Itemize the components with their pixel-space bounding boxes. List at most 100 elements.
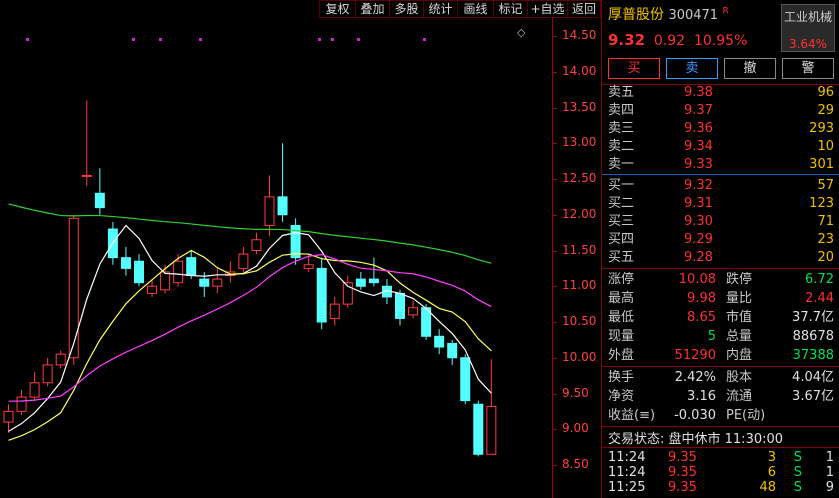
restore-rights-button[interactable]: 复权 bbox=[319, 0, 355, 18]
stat-value-2 bbox=[766, 406, 834, 425]
candle-body bbox=[303, 264, 314, 269]
stat-label: 收益(≡) bbox=[608, 408, 656, 423]
candle[interactable] bbox=[238, 246, 249, 272]
alert-button[interactable]: 警 bbox=[782, 58, 834, 79]
candle[interactable] bbox=[251, 232, 262, 255]
candle[interactable] bbox=[329, 296, 340, 326]
y-tick-mark bbox=[552, 107, 557, 109]
ask-volume: 29 bbox=[817, 103, 834, 118]
stat-label-2: 股本 bbox=[726, 370, 753, 385]
bid-price: 9.32 bbox=[684, 178, 713, 193]
stat-row: 现量 5 总量 88678 bbox=[608, 327, 834, 346]
cancel-order-button[interactable]: 撤 bbox=[724, 58, 776, 79]
ask-price: 9.38 bbox=[684, 85, 713, 100]
candle[interactable] bbox=[277, 143, 288, 222]
ask-price: 9.37 bbox=[684, 103, 713, 118]
candle[interactable] bbox=[290, 218, 301, 265]
candle[interactable] bbox=[16, 389, 27, 415]
r-mark: R bbox=[722, 6, 729, 17]
back-button[interactable]: 返回 bbox=[567, 0, 601, 18]
candle[interactable] bbox=[486, 359, 497, 455]
bid-row[interactable]: 买三 9.30 71 bbox=[608, 213, 834, 231]
candle[interactable] bbox=[134, 254, 144, 287]
tick-price: 9.35 bbox=[668, 480, 697, 495]
bid-row[interactable]: 买四 9.29 23 bbox=[608, 231, 834, 249]
candle[interactable] bbox=[408, 300, 419, 319]
tick-side: S bbox=[793, 465, 802, 480]
candle[interactable] bbox=[264, 175, 275, 237]
multi-stock-button[interactable]: 多股 bbox=[389, 0, 423, 18]
candle[interactable] bbox=[355, 271, 366, 290]
bid-volume: 23 bbox=[817, 232, 834, 247]
tick-count: 9 bbox=[825, 480, 834, 495]
stats-table-1: 涨停 10.08 跌停 6.72 最高 9.98 量比 2.44 最低 8.65 市值 37.7亿 现量… bbox=[608, 270, 834, 365]
candle[interactable] bbox=[434, 329, 445, 355]
bid-row[interactable]: 买五 9.28 20 bbox=[608, 249, 834, 267]
y-tick-mark bbox=[552, 71, 557, 73]
ask-row[interactable]: 卖一 9.33 301 bbox=[608, 156, 834, 174]
buy-button[interactable]: 买 bbox=[608, 58, 660, 79]
candle[interactable] bbox=[447, 339, 458, 365]
tick-count: 1 bbox=[825, 450, 834, 465]
candle[interactable] bbox=[29, 372, 40, 401]
tick-qty: 48 bbox=[759, 480, 776, 495]
industry-badge[interactable]: 工业机械 3.64% bbox=[781, 4, 835, 52]
candle[interactable] bbox=[368, 257, 379, 287]
stat-label-2: 市值 bbox=[726, 310, 753, 325]
candle[interactable] bbox=[316, 257, 327, 330]
ask-row[interactable]: 卖五 9.38 96 bbox=[608, 84, 834, 102]
candle[interactable] bbox=[81, 100, 92, 187]
candle[interactable] bbox=[473, 400, 484, 457]
tick-time: 11:25 bbox=[608, 480, 646, 495]
ask-row[interactable]: 卖四 9.37 29 bbox=[608, 102, 834, 120]
signal-dot bbox=[132, 38, 135, 41]
candle-body bbox=[264, 196, 275, 226]
bid-row[interactable]: 买二 9.31 123 bbox=[608, 195, 834, 213]
tick-list[interactable]: 11:24 9.35 3 S 1 11:24 9.35 6 S 1 11:25 9.35 48 S 9 bbox=[608, 450, 834, 495]
stat-value: 2.42% bbox=[674, 370, 716, 385]
candle[interactable] bbox=[342, 275, 353, 308]
stat-row: 最高 9.98 量比 2.44 bbox=[608, 289, 834, 308]
candle-body bbox=[186, 257, 197, 277]
ask-row[interactable]: 卖三 9.36 293 bbox=[608, 120, 834, 138]
candle[interactable] bbox=[3, 404, 14, 433]
bid-price: 9.29 bbox=[684, 232, 713, 247]
statistics-button[interactable]: 统计 bbox=[423, 0, 457, 18]
kline-svg[interactable] bbox=[0, 0, 601, 498]
candle[interactable] bbox=[120, 246, 131, 276]
ask-volume: 10 bbox=[817, 139, 834, 154]
y-tick-label: 14.00 bbox=[562, 63, 597, 78]
bid-volume: 71 bbox=[817, 214, 834, 229]
y-tick-label: 14.50 bbox=[562, 28, 597, 42]
y-tick-label: 8.50 bbox=[562, 457, 589, 471]
candle-body bbox=[329, 303, 340, 319]
sell-button[interactable]: 卖 bbox=[666, 58, 718, 79]
candle[interactable] bbox=[421, 304, 432, 340]
ask-row[interactable]: 卖二 9.34 10 bbox=[608, 138, 834, 156]
mark-button[interactable]: 标记 bbox=[493, 0, 527, 18]
stock-header: 厚普股份 300471 R bbox=[608, 4, 729, 24]
candle[interactable] bbox=[94, 168, 105, 215]
overlay-button[interactable]: 叠加 bbox=[355, 0, 389, 18]
bid-row[interactable]: 买一 9.32 57 bbox=[608, 177, 834, 195]
stat-label: 最高 bbox=[608, 291, 635, 306]
stats-table-2: 换手 2.42% 股本 4.04亿 净资 3.16 流通 3.67亿 收益(≡) -0.030 PE… bbox=[608, 368, 834, 425]
diamond-icon[interactable]: ◇ bbox=[517, 26, 525, 39]
draw-line-button[interactable]: 画线 bbox=[457, 0, 493, 18]
add-favorite-button[interactable]: +自选 bbox=[527, 0, 567, 18]
candle[interactable] bbox=[212, 268, 223, 294]
tick-count: 1 bbox=[825, 465, 834, 480]
candle[interactable] bbox=[42, 357, 53, 387]
candle-body bbox=[81, 174, 92, 177]
signal-dot bbox=[318, 38, 321, 41]
ma10-line bbox=[8, 249, 492, 441]
candle-body bbox=[173, 260, 184, 284]
candle[interactable] bbox=[55, 350, 66, 369]
trade-buttons: 买 卖 撤 警 bbox=[608, 58, 839, 79]
bid-label: 买五 bbox=[608, 250, 635, 265]
kline-chart[interactable]: ◇ 14.50 14.00 13.50 13.00 12.50 12.00 11.50 11.… bbox=[0, 0, 601, 498]
tick-side: S bbox=[793, 480, 802, 495]
stat-label: 换手 bbox=[608, 370, 635, 385]
bid-book: 买一 9.32 57 买二 9.31 123 买三 9.30 71 买四 9.29 23 买五 9… bbox=[608, 177, 834, 267]
candle[interactable] bbox=[460, 354, 471, 405]
